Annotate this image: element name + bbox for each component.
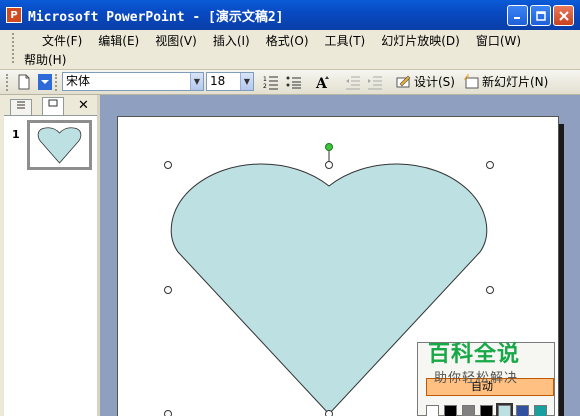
slides-tab[interactable]	[42, 97, 64, 115]
new-slide-button[interactable]: 新幻灯片(N)	[482, 74, 548, 90]
color-swatch-selected[interactable]	[496, 403, 513, 416]
close-button[interactable]	[553, 5, 574, 26]
close-icon[interactable]: ✕	[78, 98, 89, 113]
minimize-button[interactable]	[507, 5, 528, 26]
font-name-select[interactable]: 宋体 ▼	[62, 72, 204, 91]
menu-bar: 文件(F) 编辑(E) 视图(V) 插入(I) 格式(O) 工具(T) 幻灯片放…	[0, 30, 580, 70]
numbered-list-icon[interactable]: 12	[263, 74, 279, 90]
watermark-title: 百科全说	[428, 342, 521, 367]
slides-icon	[48, 99, 58, 107]
chevron-down-icon[interactable]: ▼	[190, 73, 203, 90]
powerpoint-icon[interactable]: P	[6, 7, 22, 23]
heart-thumbnail-icon	[37, 127, 82, 164]
svg-text:1: 1	[263, 76, 267, 83]
resize-handle-tr[interactable]	[486, 161, 494, 169]
menu-file[interactable]: 文件(F)	[22, 32, 90, 50]
resize-handle-tc[interactable]	[325, 161, 333, 169]
formatting-toolbar: 宋体 ▼ 18 ▼ 12 A 设计(S) 新幻灯片(N)	[0, 70, 580, 95]
menu-slideshow[interactable]: 幻灯片放映(D)	[373, 32, 468, 50]
menu-insert[interactable]: 插入(I)	[205, 32, 258, 50]
menu-window[interactable]: 窗口(W)	[468, 32, 529, 50]
resize-handle-ml[interactable]	[164, 286, 172, 294]
slide-number: 1	[12, 128, 20, 141]
svg-text:2: 2	[263, 83, 267, 90]
resize-handle-bl[interactable]	[164, 410, 172, 416]
color-swatch[interactable]	[516, 405, 529, 416]
color-swatch[interactable]	[480, 405, 493, 416]
color-swatch[interactable]	[462, 405, 475, 416]
slide-thumbnail[interactable]	[27, 120, 92, 170]
slide-list: 1	[4, 115, 97, 416]
menu-tools[interactable]: 工具(T)	[317, 32, 374, 50]
font-size-select[interactable]: 18 ▼	[206, 72, 254, 91]
color-swatch[interactable]	[426, 405, 439, 416]
menu-format[interactable]: 格式(O)	[258, 32, 317, 50]
font-name-value: 宋体	[66, 74, 91, 88]
toolbar-options-icon[interactable]	[38, 74, 52, 90]
menu-view[interactable]: 视图(V)	[147, 32, 205, 50]
design-button[interactable]: 设计(S)	[414, 74, 455, 90]
toolbar-grip[interactable]	[6, 74, 9, 91]
color-swatch[interactable]	[444, 405, 457, 416]
resize-handle-bc[interactable]	[325, 410, 333, 416]
decrease-indent-icon	[346, 76, 360, 90]
outline-icon	[17, 101, 25, 109]
increase-font-icon[interactable]: A	[315, 74, 331, 90]
maximize-button[interactable]	[530, 5, 551, 26]
resize-handle-tl[interactable]	[164, 161, 172, 169]
menu-help[interactable]: 帮助(H)	[22, 51, 74, 69]
window-title: Microsoft PowerPoint - [演示文稿2]	[28, 9, 284, 25]
new-document-icon[interactable]	[16, 74, 32, 90]
rotation-handle[interactable]	[325, 143, 333, 151]
bullet-list-icon[interactable]	[286, 74, 302, 90]
slides-pane: ✕ 1	[0, 95, 97, 416]
outline-tab[interactable]	[10, 99, 32, 115]
color-swatch[interactable]	[534, 405, 547, 416]
minimize-icon	[514, 17, 520, 19]
toolbar-grip-2[interactable]	[55, 74, 58, 91]
design-icon[interactable]	[396, 74, 412, 90]
font-size-value: 18	[210, 74, 226, 88]
pane-tabs: ✕	[0, 97, 97, 115]
title-bar: P Microsoft PowerPoint - [演示文稿2]	[0, 0, 580, 30]
menu-grip[interactable]	[12, 33, 15, 63]
watermark-subtitle: 助你轻松解决	[434, 371, 519, 386]
increase-indent-icon	[368, 76, 382, 90]
resize-handle-mr[interactable]	[486, 286, 494, 294]
close-icon	[558, 10, 569, 21]
maximize-icon	[535, 10, 546, 21]
chevron-down-icon[interactable]: ▼	[240, 73, 253, 90]
menu-edit[interactable]: 编辑(E)	[90, 32, 147, 50]
watermark: 百科全说 助你轻松解决	[420, 330, 555, 390]
new-slide-icon[interactable]	[463, 74, 479, 90]
